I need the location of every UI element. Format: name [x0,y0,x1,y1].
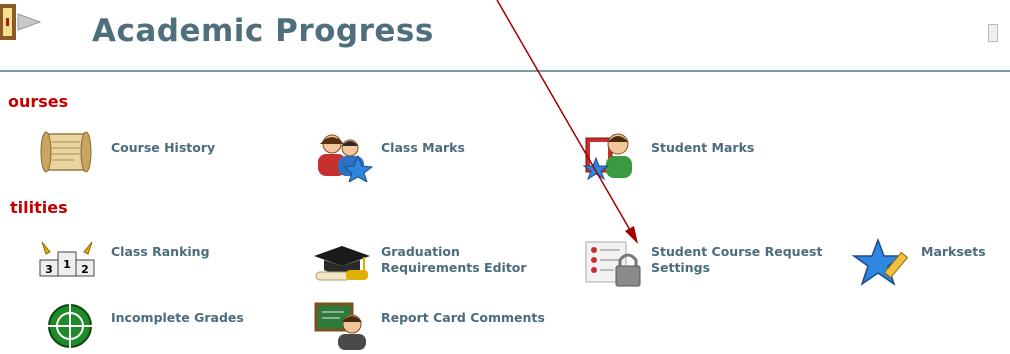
annotation-arrow [496,0,638,244]
